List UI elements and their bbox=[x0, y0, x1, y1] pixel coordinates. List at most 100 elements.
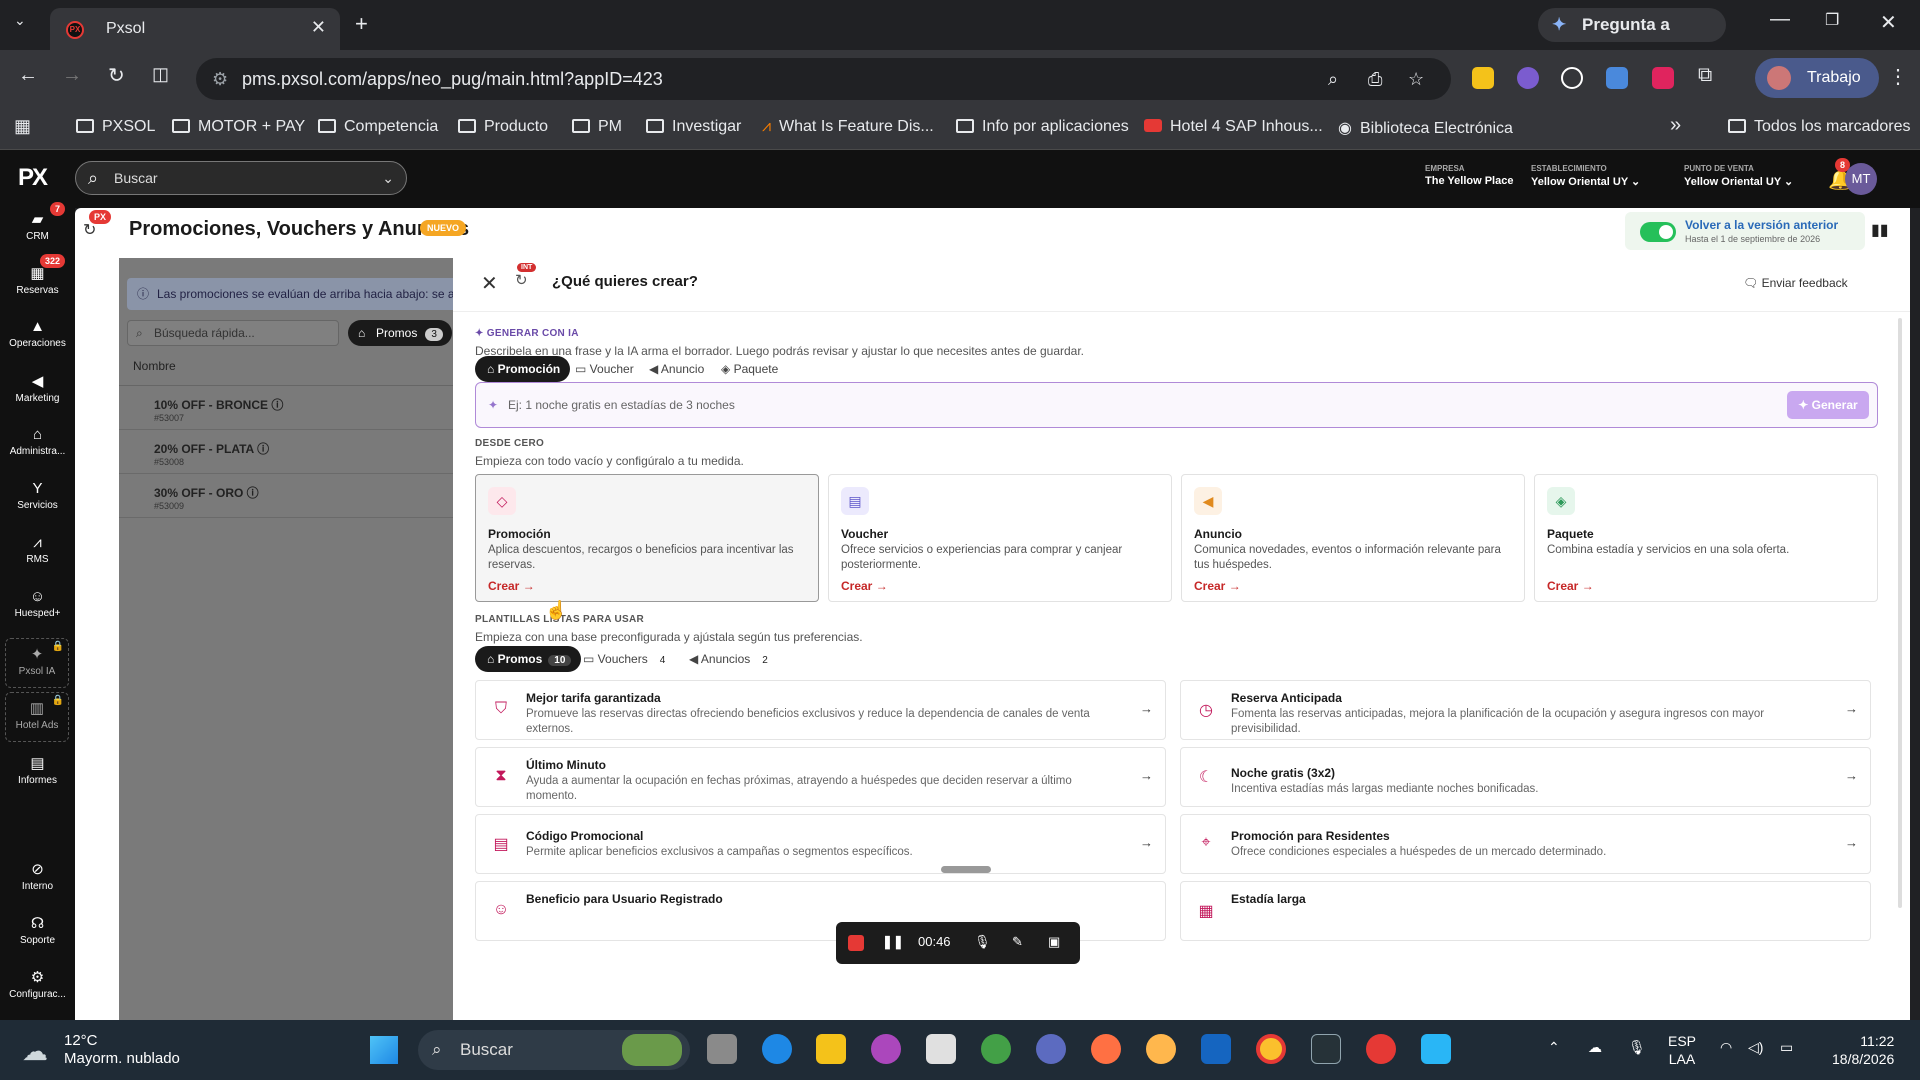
close-tab-icon[interactable]: ✕ bbox=[311, 17, 326, 38]
extension-keep-icon[interactable] bbox=[1472, 67, 1494, 89]
nav-item-rms[interactable]: ⩘ RMS bbox=[0, 534, 75, 565]
zoom-icon[interactable]: ⌕ bbox=[1328, 58, 1338, 100]
new-tab-icon[interactable]: + bbox=[355, 11, 368, 37]
snipping-tool-icon[interactable] bbox=[926, 1034, 956, 1064]
microphone-icon[interactable]: 🎙 bbox=[974, 934, 991, 950]
template-reserva-anticipada[interactable]: ◷ Reserva Anticipada Fomenta las reservas … bbox=[1180, 680, 1871, 740]
bookmark-investigar[interactable]: Investigar bbox=[646, 118, 741, 136]
terminal-icon[interactable] bbox=[1311, 1034, 1341, 1064]
chrome-icon[interactable] bbox=[1256, 1034, 1286, 1064]
global-search[interactable]: ⌕ Buscar ⌄ bbox=[75, 161, 407, 195]
nav-item-soporte[interactable]: ☊ Soporte bbox=[0, 914, 75, 946]
nav-item-servicios[interactable]: Y Servicios bbox=[0, 480, 75, 511]
claude-icon[interactable] bbox=[1091, 1034, 1121, 1064]
extensions-puzzle-icon[interactable]: ⧉ bbox=[1698, 64, 1712, 87]
drag-handle[interactable] bbox=[941, 866, 991, 873]
bookmark-star-icon[interactable]: ☆ bbox=[1408, 58, 1424, 100]
app-face-icon[interactable] bbox=[1146, 1034, 1176, 1064]
extension-s-icon[interactable] bbox=[1561, 67, 1583, 89]
send-feedback-button[interactable]: 🗨 Enviar feedback bbox=[1743, 276, 1848, 290]
tab-search-icon[interactable]: ⌄ bbox=[14, 12, 26, 29]
taskbar-search[interactable]: ⌕ Buscar bbox=[418, 1030, 690, 1070]
bookmark-hotel-sap[interactable]: Hotel 4 SAP Inhous... bbox=[1144, 118, 1323, 136]
tpl-tab-anuncios[interactable]: ◀ Anuncios 2 bbox=[677, 646, 784, 672]
previous-version-toggle[interactable]: Volver a la versión anterior Hasta el 1 … bbox=[1625, 212, 1865, 250]
pen-icon[interactable]: ✎ bbox=[1012, 934, 1023, 950]
windows-start-icon[interactable] bbox=[370, 1036, 398, 1064]
tpl-tab-vouchers[interactable]: ▭ Vouchers 4 bbox=[571, 646, 681, 672]
stop-record-icon[interactable] bbox=[848, 935, 864, 951]
nav-item-configuracion[interactable]: ⚙ Configurac... bbox=[0, 968, 75, 1000]
address-bar[interactable]: ⚙ pms.pxsol.com/apps/neo_pug/main.html?a… bbox=[196, 58, 1451, 100]
extension-docs-icon[interactable] bbox=[1606, 67, 1628, 89]
file-explorer-icon[interactable] bbox=[816, 1034, 846, 1064]
book-icon[interactable]: ▮▮ bbox=[1871, 220, 1889, 240]
reload-icon[interactable]: ↻ bbox=[108, 63, 125, 88]
reload-icon[interactable]: ↻ bbox=[515, 271, 528, 289]
ai-tab-voucher[interactable]: ▭ Voucher bbox=[563, 356, 644, 382]
user-avatar[interactable]: MT bbox=[1845, 163, 1877, 195]
table-row[interactable]: 10% OFF - BRONCE ⓘ #53007 bbox=[119, 386, 453, 430]
create-anuncio-link[interactable]: Crear → bbox=[1194, 579, 1241, 593]
bookmark-pxsol[interactable]: PXSOL bbox=[76, 118, 155, 136]
pxsol-logo[interactable]: PX bbox=[18, 164, 48, 192]
ai-prompt-input[interactable]: ✦ Ej: 1 noche gratis en estadías de 3 no… bbox=[475, 382, 1878, 428]
bookmark-producto[interactable]: Producto bbox=[458, 118, 548, 136]
create-card-voucher[interactable]: ▤ Voucher Ofrece servicios o experiencia… bbox=[828, 474, 1172, 602]
split-view-icon[interactable]: ◫ bbox=[152, 64, 169, 85]
nav-item-reservas[interactable]: ▦ Reservas 322 bbox=[0, 254, 75, 296]
wifi-icon[interactable]: ◠ bbox=[1720, 1038, 1732, 1056]
install-icon[interactable]: ⎙ bbox=[1368, 58, 1382, 100]
bookmark-motor-pay[interactable]: MOTOR + PAY bbox=[172, 118, 305, 136]
create-card-anuncio[interactable]: ◀ Anuncio Comunica novedades, eventos o … bbox=[1181, 474, 1525, 602]
ai-tab-promocion[interactable]: ⌂ Promoción bbox=[475, 356, 571, 382]
apps-grid-icon[interactable]: ▦ bbox=[14, 116, 31, 137]
promos-filter[interactable]: ⌂ Promos 3 bbox=[348, 320, 452, 346]
minimize-icon[interactable]: — bbox=[1770, 8, 1790, 31]
template-codigo-promocional[interactable]: ▤ Código Promocional Permite aplicar benef… bbox=[475, 814, 1166, 874]
language-indicator[interactable]: ESP LAA bbox=[1668, 1032, 1696, 1068]
app-spiral-icon[interactable] bbox=[981, 1034, 1011, 1064]
create-card-promocion[interactable]: ◇ Promoción Aplica descuentos, recargos … bbox=[475, 474, 819, 602]
chrome-profile-icon[interactable] bbox=[1366, 1034, 1396, 1064]
ai-tab-anuncio[interactable]: ◀ Anuncio bbox=[637, 356, 714, 382]
all-bookmarks[interactable]: Todos los marcadores bbox=[1728, 118, 1911, 136]
table-row[interactable]: 20% OFF - PLATA ⓘ #53008 bbox=[119, 430, 453, 474]
chrome-menu-icon[interactable]: ⋮ bbox=[1888, 64, 1908, 89]
profile-button[interactable]: Trabajo bbox=[1755, 58, 1879, 98]
nav-item-operaciones[interactable]: ▲ Operaciones bbox=[0, 318, 75, 349]
gemini-button[interactable]: ✦ Pregunta a Gemini bbox=[1538, 8, 1726, 68]
browser-tab[interactable]: PX Pxsol ✕ bbox=[50, 8, 340, 50]
establecimiento-selector[interactable]: ESTABLECIMIENTO Yellow Oriental UY ⌄ bbox=[1531, 164, 1640, 188]
extension-record-icon[interactable] bbox=[1652, 67, 1674, 89]
generate-button[interactable]: ✦ Generar bbox=[1787, 391, 1869, 419]
tray-overflow-icon[interactable]: ⌃ bbox=[1548, 1038, 1560, 1056]
create-voucher-link[interactable]: Crear → bbox=[841, 579, 888, 593]
onedrive-icon[interactable]: ☁ bbox=[1588, 1038, 1602, 1056]
bookmark-pm[interactable]: PM bbox=[572, 118, 622, 136]
bookmark-info-aplicaciones[interactable]: Info por aplicaciones bbox=[956, 118, 1129, 136]
bookmark-biblioteca[interactable]: ◉ Biblioteca Electrónica bbox=[1338, 118, 1513, 138]
template-noche-gratis[interactable]: ☾ Noche gratis (3x2) Incentiva estadías má… bbox=[1180, 747, 1871, 807]
forward-icon[interactable]: → bbox=[62, 64, 82, 87]
empresa-selector[interactable]: EMPRESA The Yellow Place bbox=[1425, 164, 1513, 187]
task-view-icon[interactable] bbox=[707, 1034, 737, 1064]
create-promocion-link[interactable]: Crear → bbox=[488, 579, 535, 593]
nav-item-marketing[interactable]: ◀ Marketing bbox=[0, 372, 75, 404]
battery-icon[interactable]: ▭ bbox=[1780, 1038, 1793, 1056]
volume-icon[interactable]: ◁) bbox=[1748, 1038, 1763, 1056]
nav-item-huesped[interactable]: ☺ Huesped+ bbox=[0, 588, 75, 619]
template-ultimo-minuto[interactable]: ⧗ Último Minuto Ayuda a aumentar la ocupac… bbox=[475, 747, 1166, 807]
create-paquete-link[interactable]: Crear → bbox=[1547, 579, 1594, 593]
app-orb-icon[interactable] bbox=[1036, 1034, 1066, 1064]
refresh-icon[interactable]: ↻ bbox=[83, 220, 96, 240]
nav-item-crm[interactable]: ▰ CRM 7 bbox=[0, 202, 75, 242]
close-window-icon[interactable]: ✕ bbox=[1880, 10, 1897, 35]
extension-feather-icon[interactable] bbox=[1517, 67, 1539, 89]
template-estadia-larga[interactable]: ▦ Estadía larga bbox=[1180, 881, 1871, 941]
nav-item-informes[interactable]: ▤ Informes bbox=[0, 754, 75, 786]
quick-search-input[interactable]: ⌕ Búsqueda rápida... bbox=[127, 320, 339, 346]
copilot-icon[interactable] bbox=[871, 1034, 901, 1064]
notepad-icon[interactable] bbox=[1421, 1034, 1451, 1064]
pause-icon[interactable]: ❚❚ bbox=[882, 934, 904, 950]
